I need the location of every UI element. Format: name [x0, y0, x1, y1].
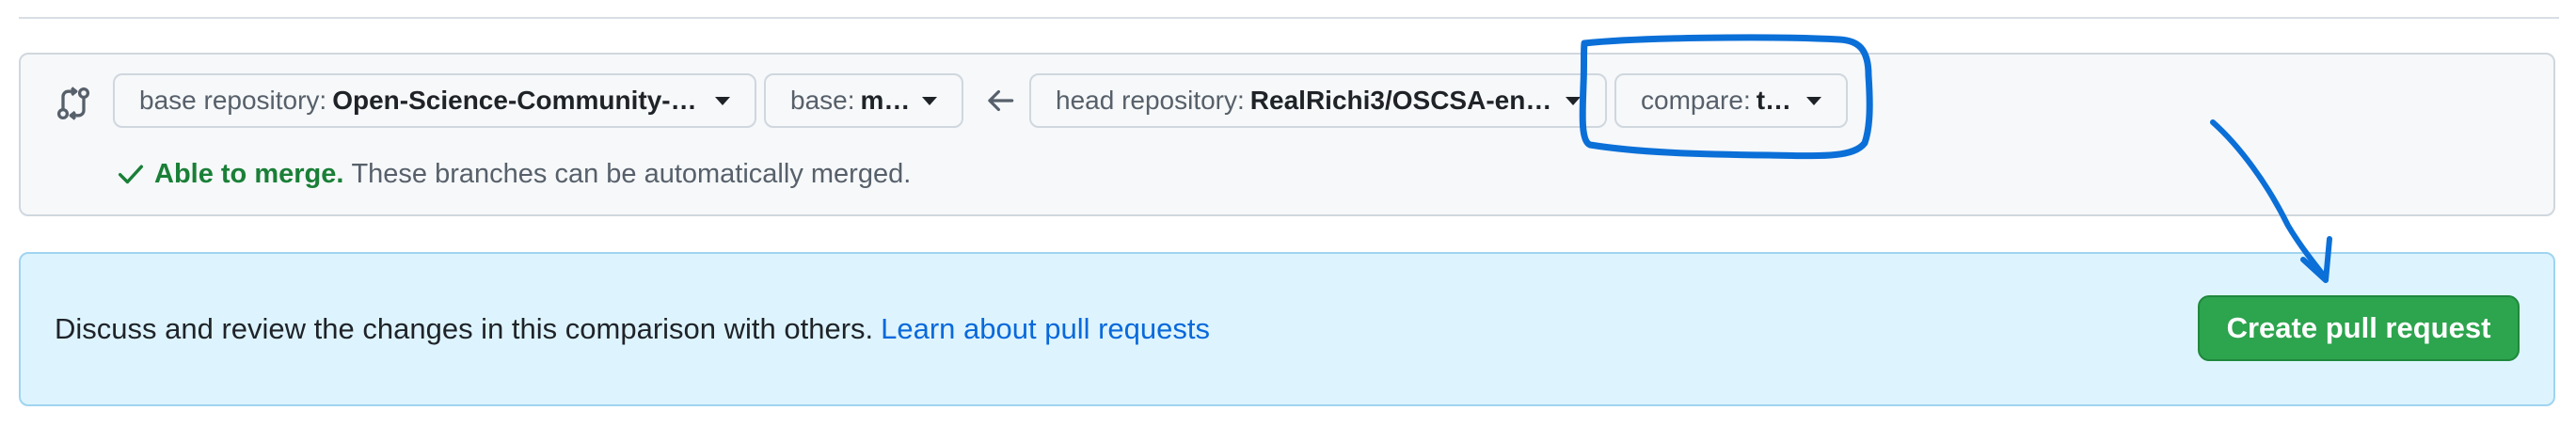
base-repository-label: base repository:: [139, 86, 327, 115]
pull-request-prompt-text: Discuss and review the changes in this c…: [55, 312, 1210, 346]
head-repository-value: RealRichi3/OSCSA-en-blog: [1249, 86, 1552, 115]
caret-down-icon: [1566, 96, 1581, 105]
merge-status: Able to merge. These branches can be aut…: [115, 158, 911, 190]
pull-request-prompt: Discuss and review the changes in this c…: [19, 252, 2555, 406]
compare-branch-label: compare:: [1641, 86, 1751, 115]
compare-toolbar: base repository: Open-Science-Community-…: [19, 53, 2555, 216]
head-repository-label: head repository:: [1056, 86, 1245, 115]
base-branch-label: base:: [790, 86, 855, 115]
check-icon: [118, 165, 144, 184]
base-branch-select[interactable]: base: main: [764, 73, 963, 128]
caret-down-icon: [922, 96, 937, 105]
merge-status-title: Able to merge.: [154, 158, 344, 189]
base-repository-value: Open-Science-Community-Sau...: [332, 86, 702, 115]
git-compare-icon: [56, 87, 90, 120]
merge-status-description: These branches can be automatically merg…: [351, 158, 912, 189]
discuss-message: Discuss and review the changes in this c…: [55, 312, 874, 345]
create-pull-request-button[interactable]: Create pull request: [2198, 295, 2520, 361]
compare-page: base repository: Open-Science-Community-…: [0, 0, 2576, 426]
learn-pull-requests-link[interactable]: Learn about pull requests: [881, 312, 1210, 345]
compare-branch-select[interactable]: compare: test: [1614, 73, 1848, 128]
head-repository-select[interactable]: head repository: RealRichi3/OSCSA-en-blo…: [1029, 73, 1607, 128]
caret-down-icon: [715, 96, 730, 105]
compare-branch-value: test: [1756, 86, 1793, 115]
arrow-left-icon: [988, 89, 1014, 112]
caret-down-icon: [1806, 96, 1821, 105]
divider: [19, 17, 2559, 19]
base-branch-value: main: [860, 86, 910, 115]
base-repository-select[interactable]: base repository: Open-Science-Community-…: [113, 73, 756, 128]
